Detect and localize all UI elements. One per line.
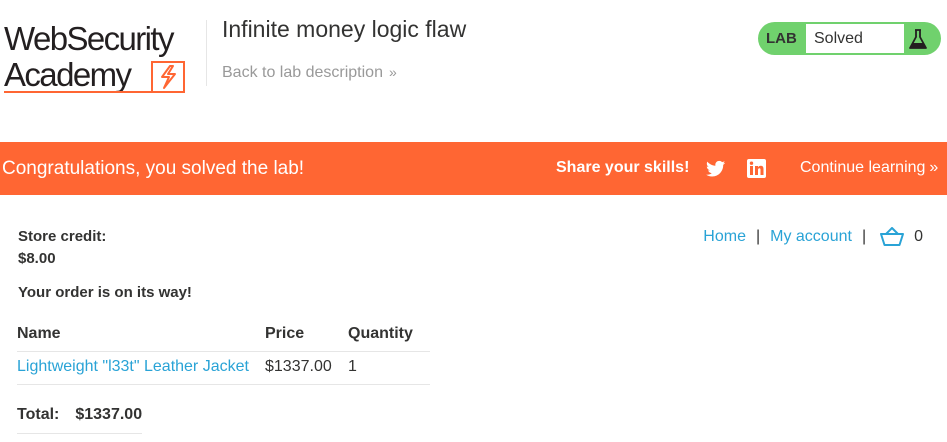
order-total: Total: $1337.00 (17, 400, 143, 434)
back-link-label: Back to lab description (222, 64, 383, 81)
flask-icon (909, 29, 927, 49)
store-credit-value: $8.00 (18, 250, 56, 267)
continue-learning-link[interactable]: Continue learning» (800, 159, 938, 177)
continue-learning-label: Continue learning (800, 159, 926, 176)
twitter-icon[interactable] (706, 160, 726, 178)
product-quantity-cell: 1 (348, 351, 430, 385)
product-name-cell: Lightweight "l33t" Leather Jacket (17, 351, 265, 385)
total-label: Total: (17, 400, 76, 434)
logo-underline (4, 91, 154, 93)
page: WebSecurity Academy Infinite money logic… (0, 0, 947, 442)
academy-bolt-icon (151, 61, 185, 93)
header-divider (206, 20, 207, 86)
order-confirmation-message: Your order is on its way! (18, 284, 192, 301)
account-nav: Home | My account | 0 (703, 226, 923, 248)
congratulations-message: Congratulations, you solved the lab! (2, 158, 305, 179)
linkedin-icon[interactable] (747, 159, 766, 178)
product-price-cell: $1337.00 (265, 351, 348, 385)
column-header-name: Name (17, 318, 265, 352)
total-value: $1337.00 (75, 400, 143, 434)
store-credit-label: Store credit: (18, 228, 107, 245)
nav-separator: | (861, 228, 867, 245)
cart-count: 0 (914, 228, 923, 245)
total-row: Total: $1337.00 (17, 400, 143, 434)
lab-status-text: Solved (814, 30, 863, 47)
lab-badge: LAB (766, 30, 797, 47)
logo-line2: Academy (4, 56, 132, 93)
share-skills-label: Share your skills! (556, 159, 690, 176)
chevron-right-icon: » (929, 159, 939, 176)
lab-status-widget: LAB Solved (758, 22, 941, 55)
chevron-right-icon: » (388, 64, 397, 80)
web-security-academy-logo[interactable]: WebSecurity Academy (4, 20, 204, 93)
back-to-lab-description-link[interactable]: Back to lab description » (222, 64, 397, 82)
order-table: Name Price Quantity Lightweight "l33t" L… (17, 318, 430, 385)
product-link[interactable]: Lightweight "l33t" Leather Jacket (17, 358, 249, 375)
my-account-link[interactable]: My account (770, 228, 852, 246)
table-header-row: Name Price Quantity (17, 318, 430, 352)
nav-separator: | (755, 228, 761, 245)
column-header-quantity: Quantity (348, 318, 430, 352)
logo-line1: WebSecurity (4, 20, 174, 57)
column-header-price: Price (265, 318, 348, 352)
table-row: Lightweight "l33t" Leather Jacket $1337.… (17, 351, 430, 385)
home-link[interactable]: Home (703, 228, 746, 246)
solved-banner: Congratulations, you solved the lab! Sha… (0, 142, 947, 195)
lab-title: Infinite money logic flaw (222, 16, 467, 42)
header: WebSecurity Academy Infinite money logic… (0, 0, 947, 142)
cart-icon[interactable] (880, 227, 905, 247)
lab-status-box: Solved (806, 24, 904, 53)
